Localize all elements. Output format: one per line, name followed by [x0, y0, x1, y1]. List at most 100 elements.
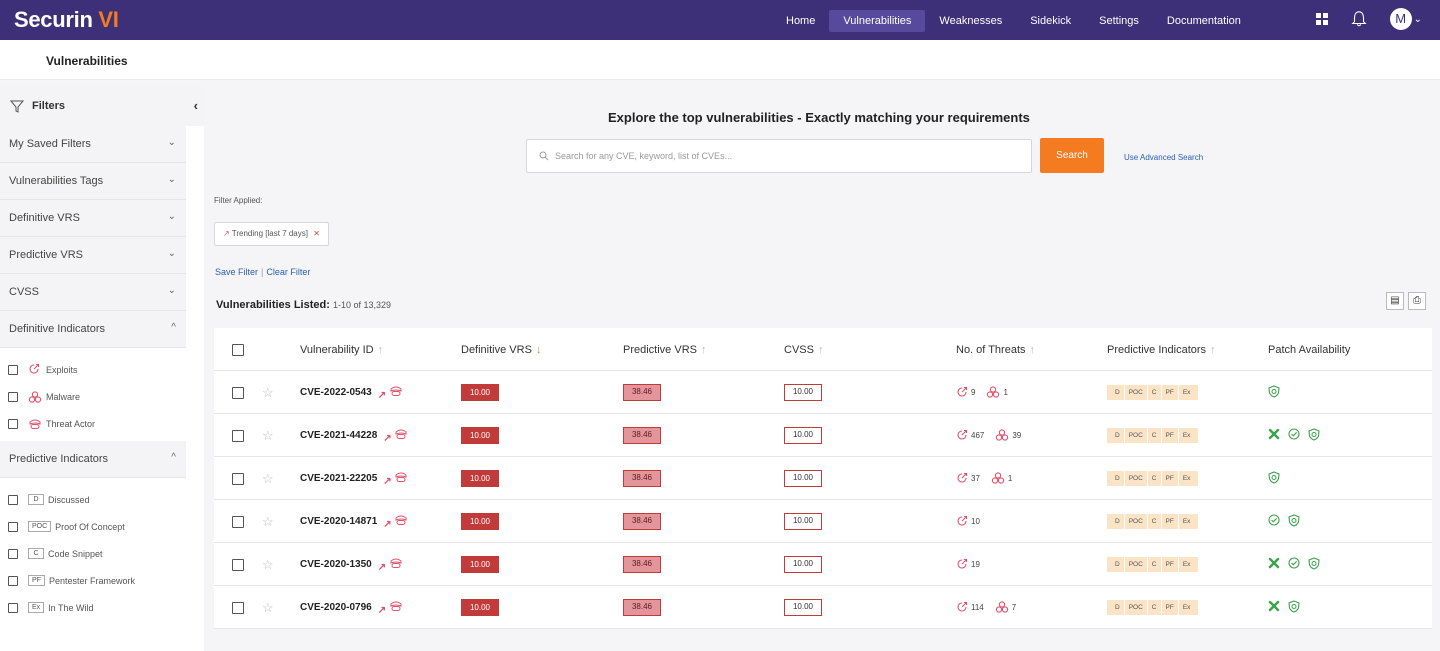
patch-shield-icon[interactable] [1268, 470, 1280, 487]
vulnerability-id-cell[interactable]: CVE-2021-44228 ↗ [300, 414, 408, 457]
checkbox[interactable] [8, 548, 18, 559]
star-icon[interactable]: ☆ [262, 414, 274, 457]
column-settings-icon[interactable]: ▤ [1386, 292, 1404, 310]
vulnerability-id[interactable]: CVE-2021-44228 [300, 430, 377, 441]
patch-shield-icon[interactable] [1308, 427, 1320, 444]
table-row[interactable]: ☆ CVE-2021-44228 ↗ 10.00 38.46 10.00 467 39 D PO… [214, 414, 1432, 457]
filter-option-in-the-wild[interactable]: Ex In The Wild [8, 594, 186, 621]
malware-count[interactable]: 39 [1012, 431, 1021, 440]
filter-option-pentester-framework[interactable]: PF Pentester Framework [8, 567, 186, 594]
malware-count[interactable]: 7 [1012, 603, 1016, 612]
malware-count[interactable]: 1 [1008, 474, 1012, 483]
nav-item-settings[interactable]: Settings [1085, 10, 1153, 32]
filter-option-exploits[interactable]: Exploits [8, 356, 186, 383]
filter-option-proof-of-concept[interactable]: POC Proof Of Concept [8, 513, 186, 540]
exploit-count[interactable]: 19 [971, 560, 980, 569]
select-all-checkbox[interactable] [232, 328, 244, 371]
patch-shield-icon[interactable] [1288, 513, 1300, 530]
header-threats[interactable]: No. of Threats ↑ [956, 328, 1035, 371]
row-checkbox[interactable] [232, 586, 244, 629]
checkbox[interactable] [8, 418, 18, 429]
checkbox[interactable] [8, 494, 18, 505]
accordion-my-saved-filters[interactable]: My Saved Filters ⌄ [0, 126, 186, 163]
vulnerability-id-cell[interactable]: CVE-2021-22205 ↗ [300, 457, 408, 500]
table-row[interactable]: ☆ CVE-2021-22205 ↗ 10.00 38.46 10.00 37 1 D POC C… [214, 457, 1432, 500]
checkbox[interactable] [232, 601, 244, 614]
exploit-count[interactable]: 9 [971, 388, 975, 397]
checkbox[interactable] [232, 515, 244, 528]
patch-shield-icon[interactable] [1268, 384, 1280, 401]
vulnerability-id[interactable]: CVE-2021-22205 [300, 473, 377, 484]
checkbox[interactable] [232, 386, 244, 399]
clear-filter-link[interactable]: Clear Filter [266, 267, 310, 277]
exploit-count[interactable]: 467 [971, 431, 984, 440]
header-predictive-vrs[interactable]: Predictive VRS ↑ [623, 328, 706, 371]
accordion-definitive-indicators[interactable]: Definitive Indicators ^ [0, 311, 186, 348]
table-row[interactable]: ☆ CVE-2020-0796 ↗ 10.00 38.46 10.00 114 7 D POC C… [214, 586, 1432, 629]
accordion-predictive-vrs[interactable]: Predictive VRS ⌄ [0, 237, 186, 274]
patch-shield-icon[interactable] [1288, 599, 1300, 616]
star-icon[interactable]: ☆ [262, 543, 274, 586]
bell-icon[interactable] [1350, 10, 1368, 28]
vulnerability-id-cell[interactable]: CVE-2020-1350 ↗ [300, 543, 403, 586]
filter-option-code-snippet[interactable]: C Code Snippet [8, 540, 186, 567]
filter-option-threat-actor[interactable]: Threat Actor [8, 410, 186, 437]
user-menu[interactable]: M ⌄ [1389, 8, 1422, 30]
patch-check-icon[interactable] [1268, 514, 1280, 529]
table-row[interactable]: ☆ CVE-2020-1350 ↗ 10.00 38.46 10.00 19 D POC C PF… [214, 543, 1432, 586]
star-icon[interactable]: ☆ [262, 586, 274, 629]
nav-item-vulnerabilities[interactable]: Vulnerabilities [829, 10, 926, 32]
patch-check-icon[interactable] [1288, 557, 1300, 572]
row-checkbox[interactable] [232, 457, 244, 500]
exploit-count[interactable]: 37 [971, 474, 980, 483]
checkbox[interactable] [8, 364, 18, 375]
nav-item-documentation[interactable]: Documentation [1153, 10, 1255, 32]
vulnerability-id[interactable]: CVE-2022-0543 [300, 387, 372, 398]
remove-filter-icon[interactable]: ✕ [313, 229, 320, 238]
exploit-count[interactable]: 114 [971, 603, 984, 612]
checkbox[interactable] [8, 602, 18, 613]
row-checkbox[interactable] [232, 500, 244, 543]
accordion-cvss[interactable]: CVSS ⌄ [0, 274, 186, 311]
checkbox[interactable] [8, 521, 18, 532]
star-icon[interactable]: ☆ [262, 371, 274, 414]
header-cvss[interactable]: CVSS ↑ [784, 328, 823, 371]
row-checkbox[interactable] [232, 371, 244, 414]
header-vulnerability-id[interactable]: Vulnerability ID ↑ [300, 328, 383, 371]
table-row[interactable]: ☆ CVE-2020-14871 ↗ 10.00 38.46 10.00 10 D POC C P… [214, 500, 1432, 543]
vulnerability-id-cell[interactable]: CVE-2020-0796 ↗ [300, 586, 403, 629]
brand-logo[interactable]: Securin VI [14, 7, 119, 33]
patch-workaround-icon[interactable] [1268, 428, 1280, 443]
header-definitive-vrs[interactable]: Definitive VRS ↓ [461, 328, 541, 371]
malware-count[interactable]: 1 [1003, 388, 1007, 397]
nav-item-sidekick[interactable]: Sidekick [1016, 10, 1085, 32]
filter-chip[interactable]: ↗ Trending [last 7 days] ✕ [214, 222, 329, 246]
patch-check-icon[interactable] [1288, 428, 1300, 443]
exploit-count[interactable]: 10 [971, 517, 980, 526]
checkbox[interactable] [232, 429, 244, 442]
advanced-search-link[interactable]: Use Advanced Search [1124, 153, 1203, 162]
checkbox[interactable] [8, 575, 18, 586]
vulnerability-id-cell[interactable]: CVE-2022-0543 ↗ [300, 371, 403, 414]
save-filter-link[interactable]: Save Filter [215, 267, 258, 277]
export-icon[interactable]: ⎙ [1408, 292, 1426, 310]
star-icon[interactable]: ☆ [262, 457, 274, 500]
search-button[interactable]: Search [1040, 138, 1104, 173]
patch-workaround-icon[interactable] [1268, 600, 1280, 615]
vulnerability-id[interactable]: CVE-2020-14871 [300, 516, 377, 527]
star-icon[interactable]: ☆ [262, 500, 274, 543]
patch-shield-icon[interactable] [1308, 556, 1320, 573]
row-checkbox[interactable] [232, 543, 244, 586]
checkbox[interactable] [232, 472, 244, 485]
checkbox[interactable] [8, 391, 18, 402]
nav-item-home[interactable]: Home [772, 10, 829, 32]
vulnerability-id-cell[interactable]: CVE-2020-14871 ↗ [300, 500, 408, 543]
table-row[interactable]: ☆ CVE-2022-0543 ↗ 10.00 38.46 10.00 9 1 D POC C PF… [214, 371, 1432, 414]
row-checkbox[interactable] [232, 414, 244, 457]
patch-workaround-icon[interactable] [1268, 557, 1280, 572]
avatar[interactable]: M [1389, 8, 1412, 30]
collapse-sidebar-icon[interactable]: ‹ [194, 98, 198, 113]
accordion-predictive-indicators[interactable]: Predictive Indicators ^ [0, 441, 186, 478]
filter-option-malware[interactable]: Malware [8, 383, 186, 410]
header-predictive-indicators[interactable]: Predictive Indicators ↑ [1107, 328, 1216, 371]
